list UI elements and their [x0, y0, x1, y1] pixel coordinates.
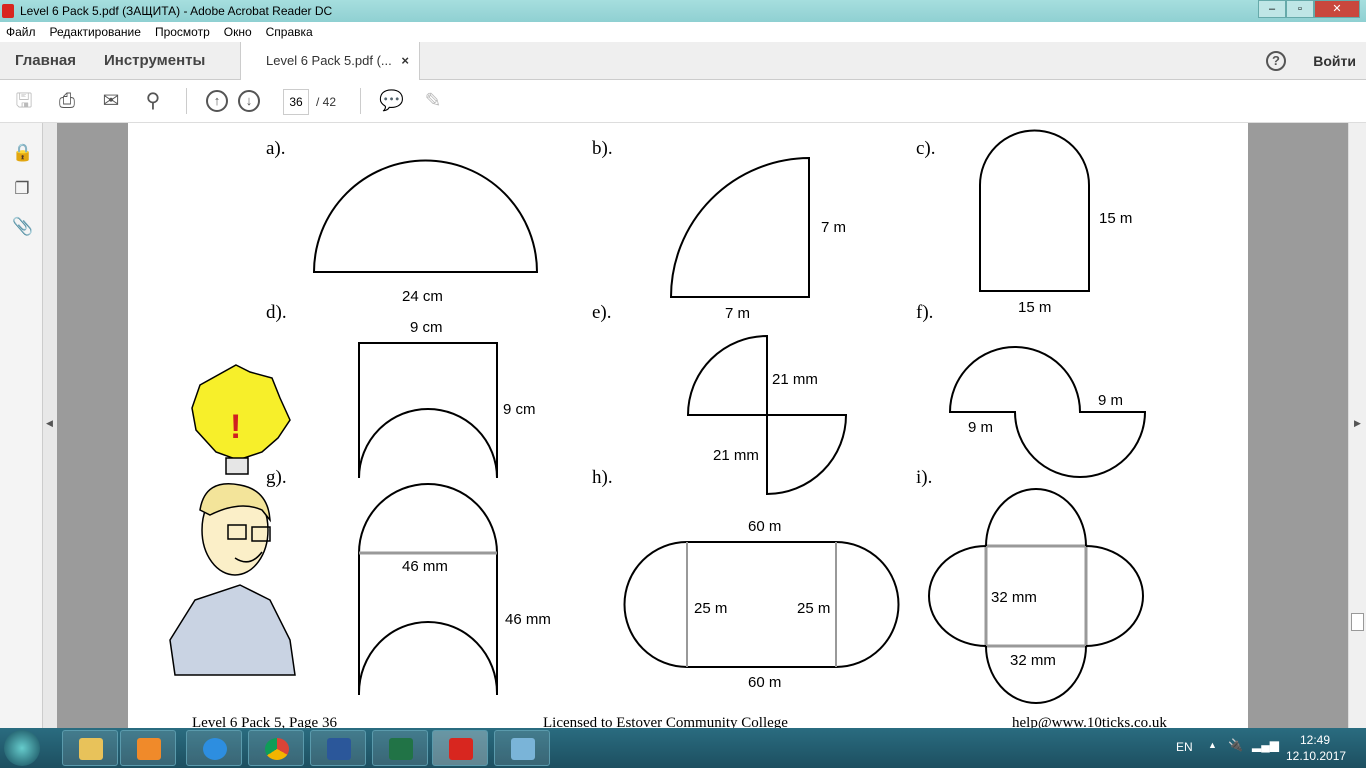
minimize-button[interactable]: – — [1258, 0, 1286, 18]
close-window-button[interactable]: ✕ — [1314, 0, 1360, 18]
shape-a-semicircle — [312, 159, 539, 273]
taskbar: EN ▲ 🔌 ▂▄▆ 12:49 12.10.2017 — [0, 728, 1366, 768]
menu-window[interactable]: Окно — [224, 25, 252, 39]
cartoon-character: ! — [169, 364, 296, 676]
dim-label: 32 mm — [1010, 652, 1056, 669]
label-h: h). — [592, 467, 613, 488]
next-page-icon[interactable]: ↓ — [238, 90, 260, 112]
shape-f — [948, 346, 1147, 478]
dim-label: 25 m — [694, 600, 728, 617]
login-button[interactable]: Войти — [1313, 42, 1356, 80]
power-icon[interactable]: 🔌 — [1228, 738, 1243, 752]
tab-document[interactable]: Level 6 Pack 5.pdf (... × — [240, 42, 420, 81]
shape-c-arch — [979, 129, 1090, 292]
menu-bar: Файл Редактирование Просмотр Окно Справк… — [0, 22, 1366, 42]
tab-home[interactable]: Главная — [15, 42, 76, 80]
menu-help[interactable]: Справка — [266, 25, 313, 39]
dim-label: 32 mm — [991, 589, 1037, 606]
label-f: f). — [916, 302, 934, 323]
shape-g — [358, 483, 498, 695]
dim-label: 9 m — [968, 419, 994, 436]
dim-label: 25 m — [797, 600, 831, 617]
dim-label: 9 m — [1098, 392, 1124, 409]
word-icon[interactable] — [310, 730, 366, 766]
page-number-input[interactable]: 36 — [283, 89, 309, 115]
shape-e — [686, 334, 848, 496]
signal-icon[interactable]: ▂▄▆ — [1252, 738, 1279, 752]
search-icon[interactable]: ⚲ — [142, 90, 164, 112]
label-g: g). — [266, 467, 287, 488]
acrobat-taskbar-icon[interactable] — [432, 730, 488, 766]
shape-h — [623, 541, 900, 668]
label-e: e). — [592, 302, 612, 323]
help-icon[interactable]: ? — [1266, 51, 1286, 71]
excel-icon[interactable] — [372, 730, 428, 766]
shape-d — [358, 342, 498, 479]
photo-viewer-icon[interactable] — [494, 730, 550, 766]
menu-file[interactable]: Файл — [6, 25, 36, 39]
page-total: / 42 — [316, 95, 337, 109]
dim-label: 60 m — [748, 518, 782, 535]
dim-label: 9 cm — [503, 401, 536, 418]
dim-label: 7 m — [821, 219, 847, 236]
svg-text:!: ! — [230, 408, 241, 446]
maximize-button[interactable]: ▫ — [1286, 0, 1314, 18]
label-c: c). — [916, 138, 936, 159]
save-icon[interactable]: 🖫 — [13, 90, 35, 112]
clock-time[interactable]: 12:49 — [1300, 733, 1330, 747]
acrobat-icon — [2, 4, 14, 18]
tab-bar: Главная Инструменты Level 6 Pack 5.pdf (… — [0, 42, 1366, 81]
comment-icon[interactable]: 💬 — [379, 90, 404, 112]
dim-label: 60 m — [748, 674, 782, 691]
menu-edit[interactable]: Редактирование — [50, 25, 141, 39]
highlight-icon[interactable]: ✎ — [422, 90, 444, 112]
media-player-icon[interactable] — [120, 730, 176, 766]
dim-label: 21 mm — [772, 371, 818, 388]
label-b: b). — [592, 138, 613, 159]
clock-date[interactable]: 12.10.2017 — [1286, 749, 1346, 763]
toolbar: 🖫 ⎙ ✉ ⚲ ↑ ↓ 💬 ✎ — [0, 80, 1366, 123]
dim-label: 7 m — [725, 305, 751, 322]
title-bar: Level 6 Pack 5.pdf (ЗАЩИТА) - Adobe Acro… — [0, 0, 1366, 22]
geometry-figures: ! — [169, 129, 1147, 704]
show-hidden-icons[interactable]: ▲ — [1208, 740, 1217, 750]
dim-label: 15 m — [1099, 210, 1133, 227]
print-icon[interactable]: ⎙ — [56, 90, 78, 112]
dim-label: 46 mm — [402, 558, 448, 575]
language-indicator[interactable]: EN — [1176, 740, 1193, 754]
dim-label: 21 mm — [713, 447, 759, 464]
dim-label: 24 cm — [402, 288, 443, 305]
dim-label: 15 m — [1018, 299, 1052, 316]
label-a: a). — [266, 138, 286, 159]
mail-icon[interactable]: ✉ — [100, 90, 122, 112]
label-d: d). — [266, 302, 287, 323]
shape-b-quarter-circle — [669, 156, 810, 298]
close-tab-icon[interactable]: × — [401, 42, 409, 80]
previous-page-icon[interactable]: ↑ — [206, 90, 228, 112]
tab-tools[interactable]: Инструменты — [104, 42, 205, 80]
start-button[interactable] — [4, 730, 40, 766]
internet-explorer-icon[interactable] — [186, 730, 242, 766]
explorer-icon[interactable] — [62, 730, 118, 766]
dim-label: 9 cm — [410, 319, 443, 336]
menu-view[interactable]: Просмотр — [155, 25, 210, 39]
label-i: i). — [916, 467, 933, 488]
chrome-icon[interactable] — [248, 730, 304, 766]
tab-document-label: Level 6 Pack 5.pdf (... — [266, 53, 392, 68]
dim-label: 46 mm — [505, 611, 551, 628]
window-title: Level 6 Pack 5.pdf (ЗАЩИТА) - Adobe Acro… — [20, 4, 333, 18]
